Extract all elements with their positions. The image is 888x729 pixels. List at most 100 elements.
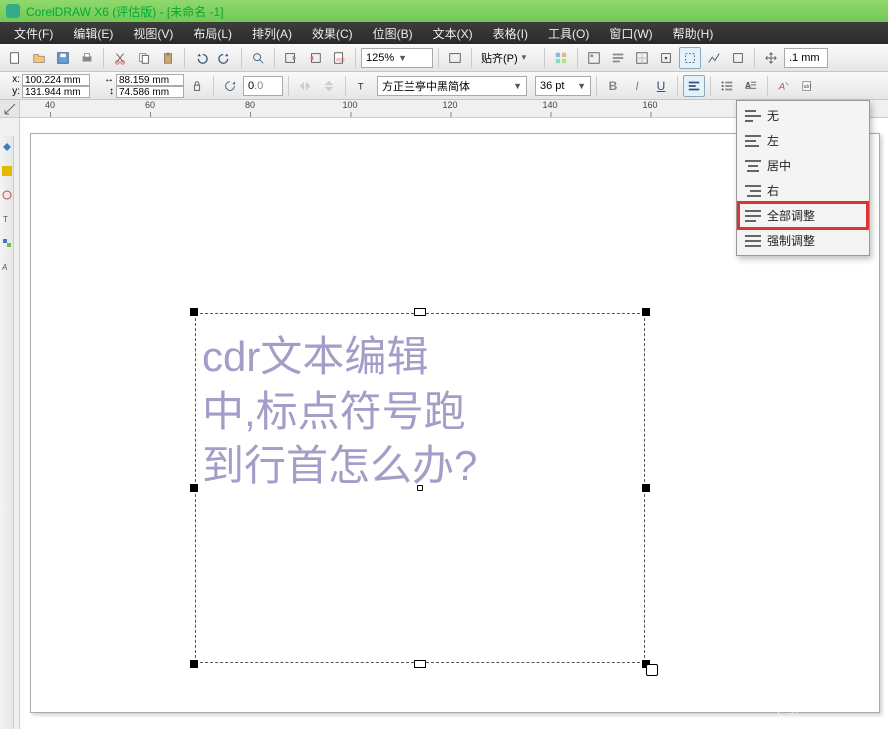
font-face-icon: T <box>351 75 375 97</box>
menu-effects[interactable]: 效果(C) <box>302 23 363 44</box>
handle-bottom-left[interactable] <box>190 660 198 668</box>
hints-icon[interactable] <box>2 142 12 152</box>
align-guides-icon[interactable] <box>703 47 725 69</box>
align-center[interactable]: 居中 <box>739 153 867 178</box>
redo-button[interactable] <box>214 47 236 69</box>
menubar: 文件(F) 编辑(E) 视图(V) 布局(L) 排列(A) 效果(C) 位图(B… <box>0 22 888 44</box>
app-launcher-icon[interactable] <box>583 47 605 69</box>
object-position: x:100.224 mm y:131.944 mm <box>6 74 90 98</box>
text-content: cdr文本编辑 中,标点符号跑 到行首怎么办? <box>196 314 644 510</box>
open-button[interactable] <box>28 47 50 69</box>
save-button[interactable] <box>52 47 74 69</box>
svg-text:ab|: ab| <box>804 83 811 89</box>
lorem-icon[interactable] <box>607 47 629 69</box>
height-input[interactable]: 74.586 mm <box>116 86 184 98</box>
color-palette-icon[interactable] <box>2 166 12 176</box>
paste-button[interactable] <box>157 47 179 69</box>
handle-mid-left[interactable] <box>190 484 198 492</box>
paragraph-text-frame[interactable]: cdr文本编辑 中,标点符号跑 到行首怎么办? <box>195 313 645 663</box>
bullets-button[interactable] <box>716 75 738 97</box>
standard-toolbar: PDF 125%▼ 贴齐(P) ▾ .1 mm <box>0 44 888 72</box>
align-left[interactable]: 左 <box>739 128 867 153</box>
snap-obj-icon[interactable] <box>655 47 677 69</box>
font-family-combo[interactable]: 方正兰亭中黑简体▼ <box>377 76 527 96</box>
menu-file[interactable]: 文件(F) <box>4 23 63 44</box>
char-format-icon[interactable]: A <box>773 75 795 97</box>
svg-text:T: T <box>358 81 364 92</box>
handle-top-left[interactable] <box>190 308 198 316</box>
align-full-justify[interactable]: 全部调整 <box>739 203 867 228</box>
align-force-justify[interactable]: 强制调整 <box>739 228 867 253</box>
dropcap-button[interactable]: A <box>740 75 762 97</box>
align-none[interactable]: 无 <box>739 103 867 128</box>
rotate-input[interactable]: 0.0 <box>243 76 283 96</box>
import-button[interactable] <box>280 47 302 69</box>
menu-layout[interactable]: 布局(L) <box>183 23 242 44</box>
zoom-combo[interactable]: 125%▼ <box>361 48 433 68</box>
paw-icon <box>720 678 742 696</box>
text-props-icon[interactable]: A <box>2 262 12 272</box>
mirror-v-icon[interactable] <box>318 75 340 97</box>
menu-tools[interactable]: 工具(O) <box>538 23 599 44</box>
new-button[interactable] <box>4 47 26 69</box>
align-right[interactable]: 右 <box>739 178 867 203</box>
menu-bitmap[interactable]: 位图(B) <box>363 23 423 44</box>
search-button[interactable] <box>247 47 269 69</box>
menu-arrange[interactable]: 排列(A) <box>242 23 302 44</box>
color-styles-icon[interactable] <box>2 238 12 248</box>
handle-text-overflow[interactable] <box>646 664 658 676</box>
menu-edit[interactable]: 编辑(E) <box>63 23 123 44</box>
alignment-dropdown: 无 左 居中 右 全部调整 强制调整 <box>736 100 870 256</box>
ruler-origin[interactable] <box>0 100 20 118</box>
nudge-icon[interactable] <box>760 47 782 69</box>
font-size-combo[interactable]: 36 pt▼ <box>535 76 591 96</box>
handle-top-right[interactable] <box>642 308 650 316</box>
titlebar: CorelDRAW X6 (评估版) - [未命名 -1] <box>0 0 888 22</box>
cut-button[interactable] <box>109 47 131 69</box>
handle-center[interactable] <box>417 485 423 491</box>
nudge-distance[interactable]: .1 mm <box>784 48 828 68</box>
svg-text:A: A <box>778 81 785 92</box>
svg-text:A: A <box>2 263 7 272</box>
rotate-icon[interactable] <box>219 75 241 97</box>
svg-text:PDF: PDF <box>336 57 345 62</box>
mirror-h-icon[interactable] <box>294 75 316 97</box>
handle-top-center[interactable] <box>414 308 426 316</box>
x-pos-input[interactable]: 100.224 mm <box>22 74 90 86</box>
property-bar: x:100.224 mm y:131.944 mm ↔88.159 mm ↕74… <box>0 72 888 100</box>
undo-button[interactable] <box>190 47 212 69</box>
watermark: Baidu 经验 jingyan.baidu.com <box>720 671 866 715</box>
italic-button[interactable]: I <box>626 75 648 97</box>
publish-pdf-button[interactable]: PDF <box>328 47 350 69</box>
export-button[interactable] <box>304 47 326 69</box>
menu-help[interactable]: 帮助(H) <box>663 23 724 44</box>
treat-obj-icon[interactable] <box>727 47 749 69</box>
bold-button[interactable]: B <box>602 75 624 97</box>
fullscreen-button[interactable] <box>444 47 466 69</box>
options-button[interactable] <box>550 47 572 69</box>
svg-text:A: A <box>745 80 752 90</box>
window-title: CorelDRAW X6 (评估版) - [未命名 -1] <box>26 3 224 20</box>
menu-table[interactable]: 表格(I) <box>483 23 538 44</box>
handle-bottom-center[interactable] <box>414 660 426 668</box>
underline-button[interactable]: U <box>650 75 672 97</box>
object-size: ↔88.159 mm ↕74.586 mm <box>100 74 184 98</box>
y-pos-input[interactable]: 131.944 mm <box>22 86 90 98</box>
print-button[interactable] <box>76 47 98 69</box>
dynamic-guides-icon[interactable] <box>679 47 701 69</box>
copy-button[interactable] <box>133 47 155 69</box>
object-styles-icon[interactable]: T <box>2 214 12 224</box>
snap-toggle-icon[interactable] <box>631 47 653 69</box>
alignment-dropdown-button[interactable] <box>683 75 705 97</box>
menu-view[interactable]: 视图(V) <box>123 23 183 44</box>
snap-dropdown[interactable]: 贴齐(P) ▾ <box>477 48 539 68</box>
width-input[interactable]: 88.159 mm <box>116 74 184 86</box>
menu-text[interactable]: 文本(X) <box>423 23 483 44</box>
menu-window[interactable]: 窗口(W) <box>599 23 662 44</box>
handle-mid-right[interactable] <box>642 484 650 492</box>
object-props-icon[interactable] <box>2 190 12 200</box>
app-logo-icon <box>6 4 20 18</box>
edit-text-icon[interactable]: ab| <box>797 75 819 97</box>
zoom-value: 125% <box>366 52 394 64</box>
lock-ratio-icon[interactable] <box>186 75 208 97</box>
